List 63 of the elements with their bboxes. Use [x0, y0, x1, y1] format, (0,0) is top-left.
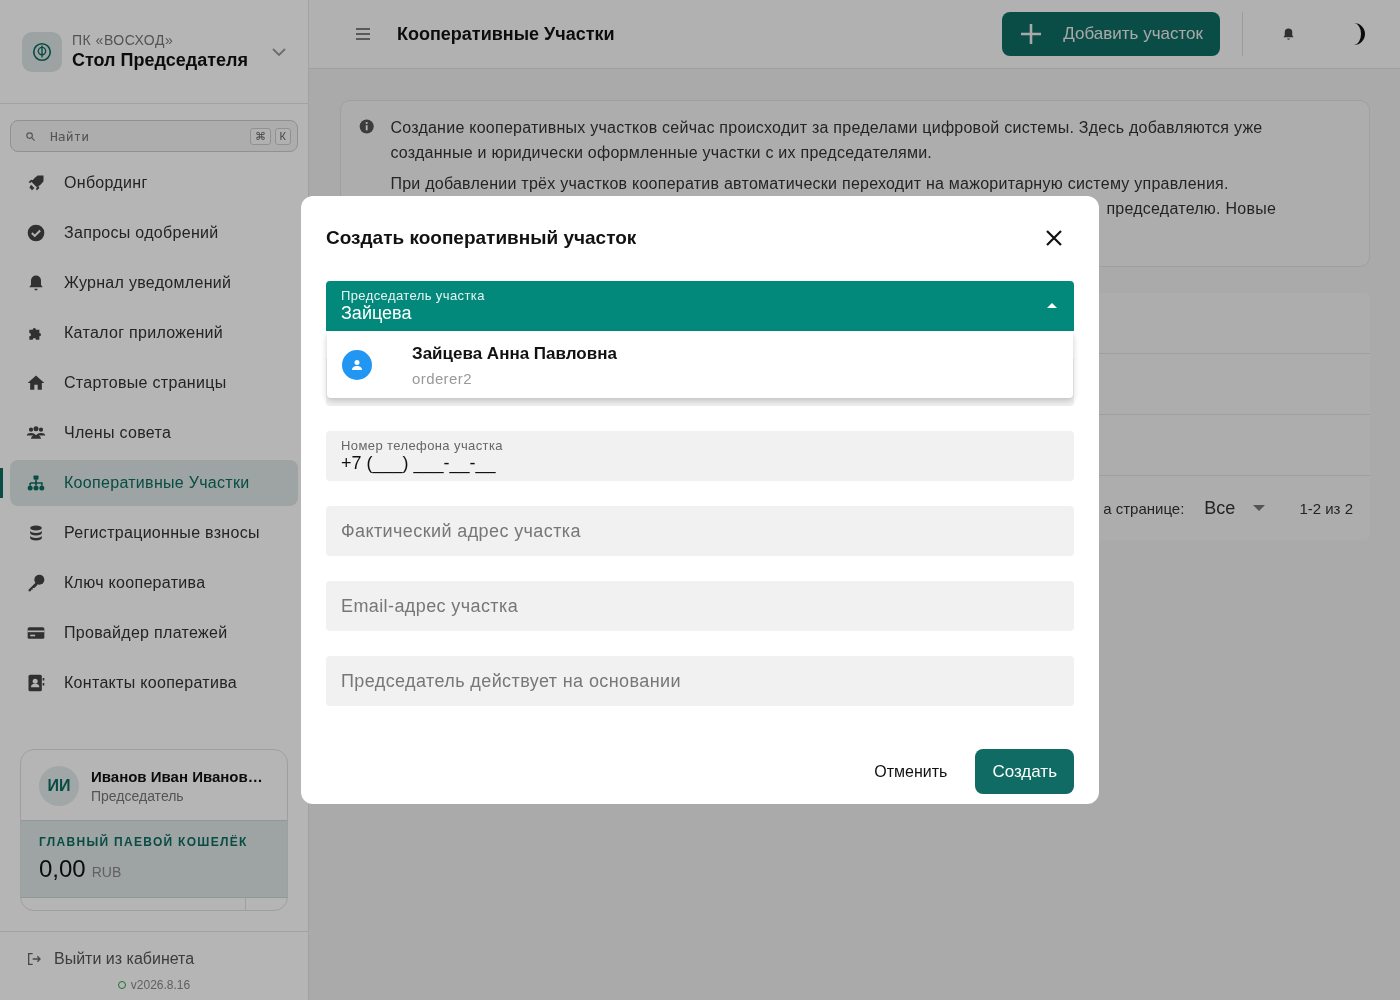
- rocket-icon: [26, 173, 46, 193]
- add-button[interactable]: Добавить участок: [1002, 12, 1220, 56]
- info-text: председателю. Новые: [1106, 200, 1277, 217]
- page-title: Кооперативные Участки: [397, 23, 616, 45]
- nav-item[interactable]: Журнал уведомлений: [10, 260, 298, 306]
- cancel-button[interactable]: Отменить: [864, 749, 958, 794]
- menu-option[interactable]: Зайцева Анна Павловна orderer2: [327, 332, 1073, 398]
- page-range: 1-2 из 2: [1299, 499, 1353, 517]
- search-placeholder: Найти: [50, 128, 91, 144]
- chevron-down-icon: [272, 47, 286, 56]
- dialog-title: Создать кооперативный участок: [326, 227, 638, 249]
- wallet-currency: RUB: [91, 864, 122, 880]
- wallet-amount: 0,00: [39, 855, 86, 883]
- nav-item[interactable]: Члены совета: [10, 410, 298, 456]
- option-name: Зайцева Анна Павловна: [412, 343, 617, 364]
- nav-item[interactable]: Кооперативные Участки: [10, 460, 298, 506]
- user-name: Иванов Иван Иванов…: [91, 768, 263, 785]
- search-icon: [25, 130, 36, 142]
- field-label: Председатель участка: [341, 288, 486, 303]
- rows-per-page-select[interactable]: Все: [1204, 497, 1266, 519]
- caret-down-icon: [1253, 504, 1266, 512]
- nav-item[interactable]: Провайдер платежей: [10, 610, 298, 656]
- logo-icon: [22, 31, 62, 72]
- rows-per-page-label: а странице:: [1103, 499, 1185, 517]
- user-avatar: ИИ: [39, 766, 79, 806]
- org-name: ПК «ВОСХОД»: [72, 32, 175, 48]
- info-text: Создание кооперативных участков сейчас происходит за пределами цифровой системы. Здесь добавляются уже созданные и юридически оформленные участки с их председателями.: [390, 118, 1264, 163]
- field-value: Зайцева: [341, 303, 413, 324]
- check-circle-icon: [26, 223, 46, 243]
- field-value: +7 (___) ___-__-__: [341, 453, 497, 474]
- wallet-label: ГЛАВНЫЙ ПАЕВОЙ КОШЕЛЁК: [39, 835, 249, 849]
- input-field[interactable]: Email-адрес участка: [326, 581, 1074, 631]
- field-placeholder: Председатель действует на основании: [341, 670, 682, 692]
- logout-icon: [26, 951, 42, 967]
- option-login: orderer2: [412, 369, 473, 387]
- nav-item[interactable]: Стартовые страницы: [10, 360, 298, 406]
- shortcut-key: К: [274, 127, 291, 145]
- shortcut-key: ⌘: [249, 127, 271, 145]
- contact-card-icon: [26, 673, 46, 693]
- user-role: Председатель: [91, 788, 185, 804]
- nav-item[interactable]: Каталог приложений: [10, 310, 298, 356]
- search-field[interactable]: Найти ⌘ К: [10, 120, 298, 152]
- home-icon: [26, 373, 46, 393]
- workspace-title: Стол Председателя: [72, 50, 249, 71]
- input-field[interactable]: Номер телефона участка +7 (___) ___-__-__: [326, 431, 1074, 481]
- key-icon: [26, 573, 46, 593]
- nav-item[interactable]: Запросы одобрений: [10, 210, 298, 256]
- nav-item[interactable]: Регистрационные взносы: [10, 510, 298, 556]
- person-icon: [342, 350, 372, 380]
- field-placeholder: Фактический адрес участка: [341, 520, 582, 542]
- input-field[interactable]: Фактический адрес участка: [326, 506, 1074, 556]
- input-field[interactable]: Председатель действует на основании: [326, 656, 1074, 706]
- field-label: Номер телефона участка: [341, 438, 504, 453]
- create-button[interactable]: Создать: [975, 749, 1074, 794]
- logout-link[interactable]: Выйти из кабинета: [26, 950, 282, 968]
- plus-icon: [1019, 22, 1044, 46]
- nav-item[interactable]: Ключ кооператива: [10, 560, 298, 606]
- nav-item[interactable]: Контакты кооператива: [10, 660, 298, 706]
- nav-item[interactable]: Онбординг: [10, 160, 298, 206]
- field-placeholder: Email-адрес участка: [341, 595, 520, 617]
- app-version: v2026.8.16: [130, 978, 191, 992]
- info-text: При добавлении трёх участков кооператив автоматически переходит на мажоритарную систему управления.: [390, 174, 1230, 194]
- hierarchy-icon: [26, 473, 46, 493]
